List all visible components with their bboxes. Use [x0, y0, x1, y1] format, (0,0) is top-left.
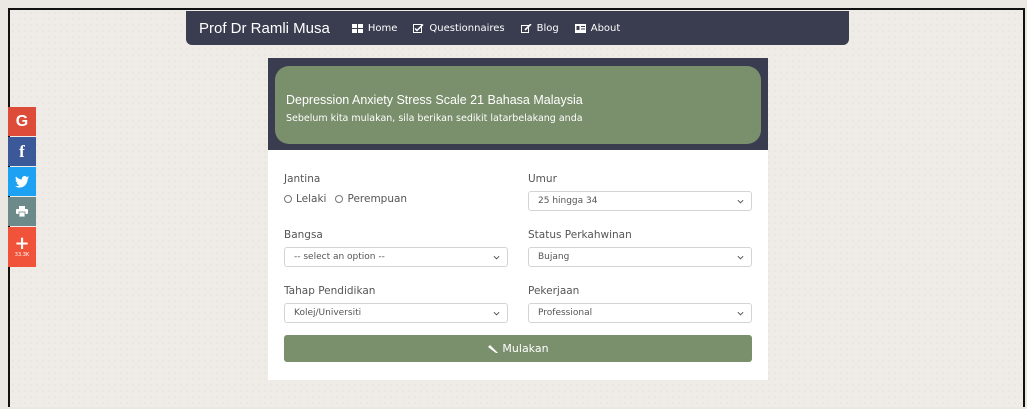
age-select[interactable]: 25 hingga 34 [528, 191, 752, 211]
demographics-form: Jantina Lelaki Perempuan Umur 25 hingga … [268, 150, 768, 380]
chevron-down-icon [737, 255, 744, 260]
marital-select[interactable]: Bujang [528, 247, 752, 267]
header-banner: Depression Anxiety Stress Scale 21 Bahas… [275, 66, 761, 144]
checkbox-icon [413, 23, 424, 33]
gender-radio-group: Lelaki Perempuan [284, 193, 407, 205]
gender-male-label[interactable]: Lelaki [296, 193, 326, 205]
more-share-button[interactable]: + 33.3K [8, 227, 36, 267]
twitter-share-button[interactable] [8, 167, 36, 196]
twitter-icon [15, 175, 29, 188]
job-label: Pekerjaan [528, 285, 580, 297]
page-title: Depression Anxiety Stress Scale 21 Bahas… [286, 93, 583, 107]
gender-male-radio[interactable] [284, 195, 292, 203]
id-card-icon [574, 23, 586, 33]
start-button[interactable]: Mulakan [284, 335, 752, 362]
nav-about-label: About [590, 22, 621, 34]
plus-icon: + [14, 233, 30, 254]
education-label: Tahap Pendidikan [284, 285, 376, 297]
start-button-label: Mulakan [502, 342, 549, 355]
chevron-down-icon [493, 311, 500, 316]
gender-label: Jantina [284, 173, 321, 185]
marital-select-value: Bujang [538, 252, 570, 262]
job-select[interactable]: Professional [528, 303, 752, 323]
print-icon [16, 206, 28, 217]
nav-blog[interactable]: Blog [520, 22, 559, 34]
site-brand[interactable]: Prof Dr Ramli Musa [199, 20, 330, 37]
card-header: Depression Anxiety Stress Scale 21 Bahas… [268, 58, 768, 150]
share-count: 33.3K [14, 252, 30, 258]
pencil-icon [488, 344, 499, 353]
race-label: Bangsa [284, 229, 323, 241]
edit-icon [520, 23, 532, 33]
nav-home[interactable]: Home [351, 22, 398, 34]
nav-questionnaires[interactable]: Questionnaires [413, 22, 505, 34]
chevron-down-icon [737, 199, 744, 204]
age-label: Umur [528, 173, 557, 185]
chevron-down-icon [493, 255, 500, 260]
google-share-button[interactable]: G [8, 107, 36, 136]
facebook-share-button[interactable]: f [8, 137, 36, 166]
top-navbar: Prof Dr Ramli Musa Home Questionnaires B… [186, 11, 849, 45]
gender-female-label[interactable]: Perempuan [347, 193, 407, 205]
chevron-down-icon [737, 311, 744, 316]
print-share-button[interactable] [8, 197, 36, 226]
home-grid-icon [351, 23, 363, 33]
marital-label: Status Perkahwinan [528, 229, 632, 241]
education-select[interactable]: Kolej/Universiti [284, 303, 508, 323]
google-icon: G [15, 112, 29, 130]
nav-blog-label: Blog [536, 22, 559, 34]
page-subtitle: Sebelum kita mulakan, sila berikan sedik… [286, 113, 583, 124]
facebook-icon: f [19, 141, 25, 161]
race-select[interactable]: -- select an option -- [284, 247, 508, 267]
nav-about[interactable]: About [574, 22, 621, 34]
nav-home-label: Home [367, 22, 398, 34]
nav-questionnaires-label: Questionnaires [429, 22, 505, 34]
race-select-value: -- select an option -- [294, 252, 385, 262]
gender-female-radio[interactable] [335, 195, 344, 203]
job-select-value: Professional [538, 308, 593, 318]
education-select-value: Kolej/Universiti [294, 308, 362, 318]
age-select-value: 25 hingga 34 [538, 196, 598, 206]
